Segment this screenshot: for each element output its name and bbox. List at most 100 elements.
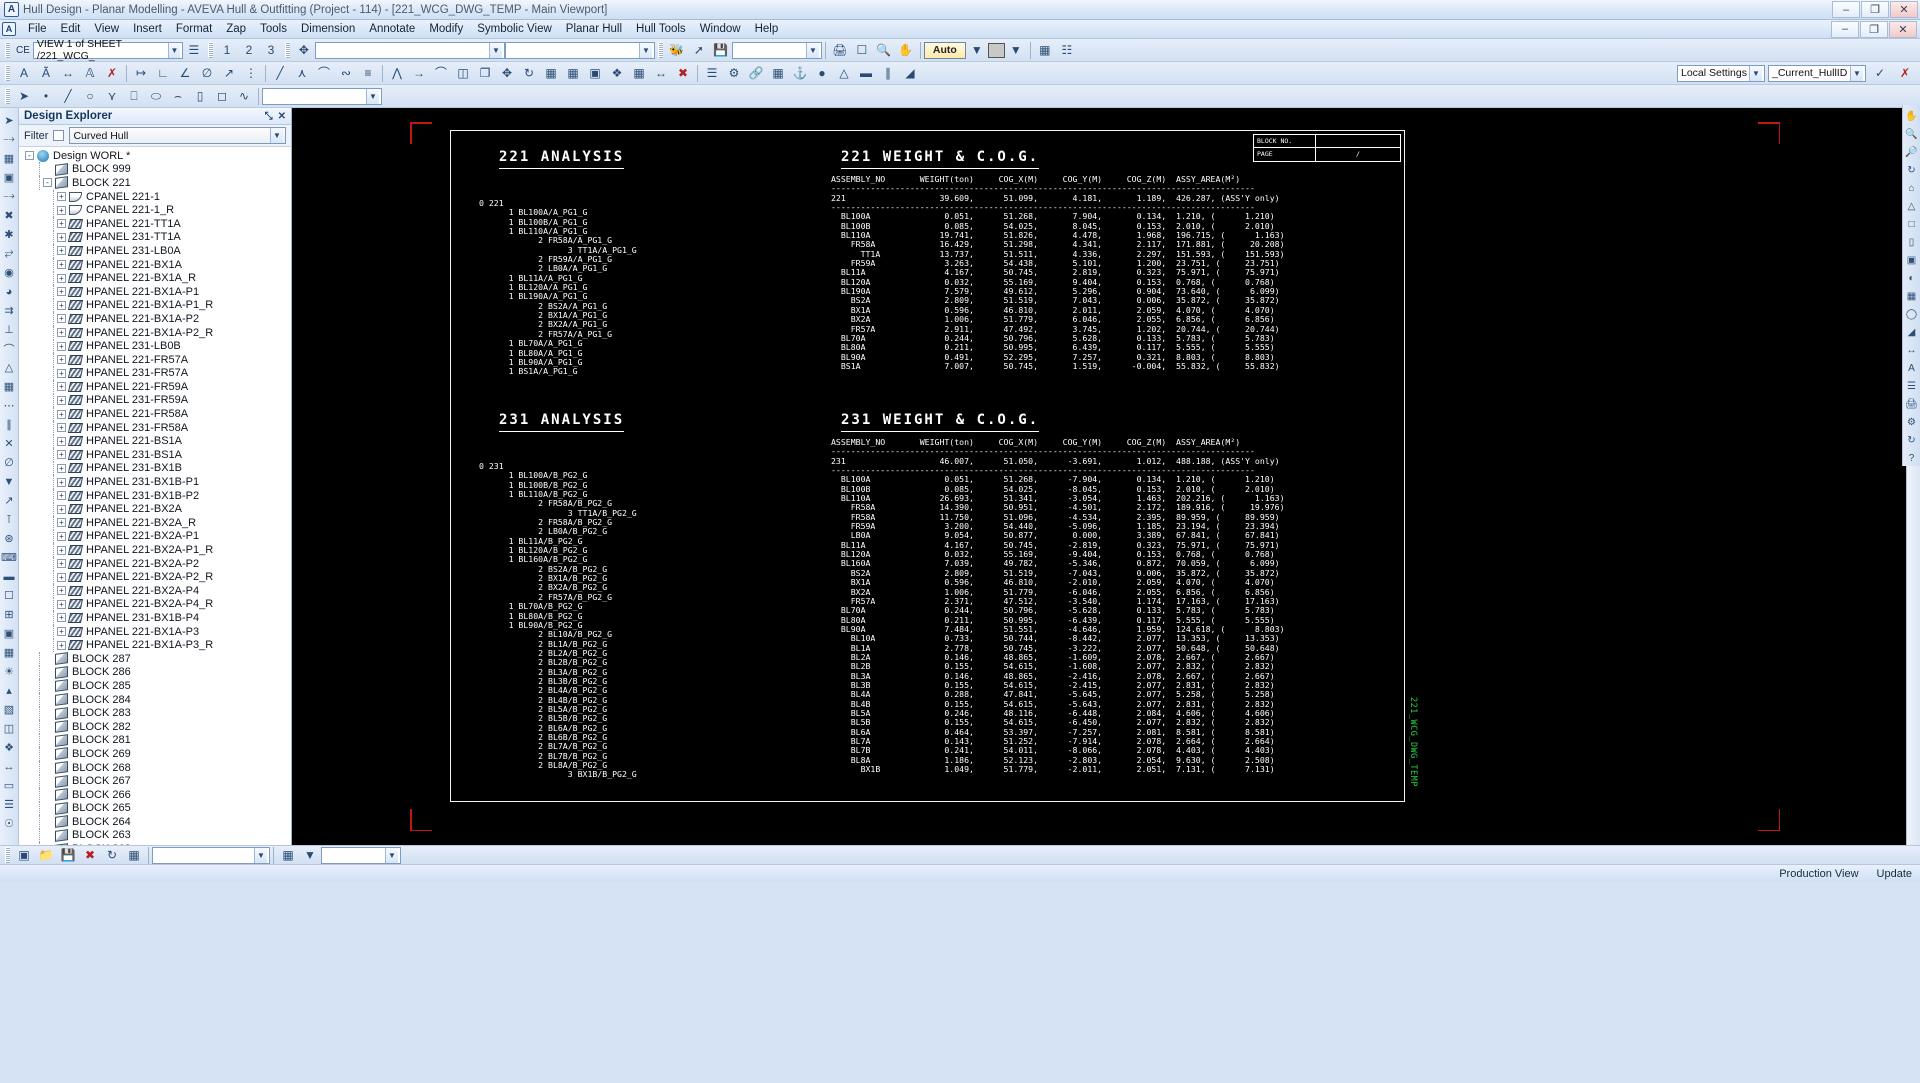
drawing-sheet[interactable]: BLOCK NO. PAGE / 221 ANALYSIS 221 WEIGHT…	[450, 130, 1418, 802]
break-icon[interactable]: ✖	[673, 64, 693, 83]
level-3-button[interactable]: 3	[261, 41, 281, 60]
tree-node[interactable]: + HPANEL 231-LB0B	[19, 339, 291, 354]
toolbar1-combo-a[interactable]: ▼	[314, 41, 505, 59]
orbit-icon[interactable]: ↻	[1904, 162, 1920, 178]
tree-node[interactable]: + HPANEL 231-BX1B-P4	[19, 610, 291, 625]
expand-icon[interactable]: +	[57, 355, 66, 365]
polar-icon[interactable]: ⊛	[1, 530, 18, 547]
toolbar3-combo[interactable]: ▼	[262, 87, 382, 105]
bug-icon[interactable]: 🐝	[667, 41, 687, 60]
chevron-down-icon[interactable]: ▼	[638, 42, 652, 58]
expand-icon[interactable]: +	[57, 219, 66, 229]
copy-icon[interactable]: ❐	[475, 64, 495, 83]
offset-icon[interactable]: ≡	[358, 64, 378, 83]
tree-node[interactable]: + HPANEL 231-FR57A	[19, 366, 291, 381]
grid-icon[interactable]: ▦	[124, 846, 144, 865]
refresh-icon[interactable]: ↻	[1904, 432, 1920, 448]
filter-combo[interactable]: Curved Hull ▼	[69, 127, 286, 144]
quadrant-icon[interactable]: ◕	[1, 283, 18, 300]
tree-node[interactable]: + HPANEL 221-BX2A-P1_R	[19, 543, 291, 558]
iso-view-icon[interactable]: ▣	[1904, 252, 1920, 268]
dimension-icon[interactable]: ↦	[131, 64, 151, 83]
render-icon[interactable]: ☀	[1, 663, 18, 680]
menu-item-window[interactable]: Window	[693, 21, 748, 37]
tree-node[interactable]: + HPANEL 231-FR59A	[19, 393, 291, 408]
tree-node[interactable]: BLOCK 264	[19, 814, 291, 829]
view-cube-icon[interactable]: ▣	[1, 625, 18, 642]
step-icon[interactable]: ⎕	[124, 87, 144, 106]
tree-node[interactable]: + HPANEL 221-BX2A	[19, 502, 291, 517]
group-icon[interactable]: ◫	[1, 720, 18, 737]
top-view-icon[interactable]: △	[1904, 198, 1920, 214]
collapse-icon[interactable]: -	[43, 178, 52, 188]
tree-node[interactable]: + HPANEL 221-BX2A-P2_R	[19, 570, 291, 585]
menu-item-help[interactable]: Help	[748, 21, 786, 37]
measure-dist-icon[interactable]: ↔	[1, 758, 18, 775]
expand-icon[interactable]: +	[57, 491, 66, 501]
endpoint-icon[interactable]: ⤍	[1, 188, 18, 205]
apparent-icon[interactable]: ✕	[1, 435, 18, 452]
layer-color-icon[interactable]: ▦	[278, 846, 298, 865]
tree-node[interactable]: + HPANEL 221-BX1A-P1	[19, 284, 291, 299]
menu-item-symbolic-view[interactable]: Symbolic View	[470, 21, 559, 37]
collapse-icon[interactable]: -	[25, 151, 34, 161]
spline-icon[interactable]: ∾	[336, 64, 356, 83]
wireframe-icon[interactable]: ▦	[1904, 288, 1920, 304]
tree-node[interactable]: + HPANEL 221-FR58A	[19, 407, 291, 422]
tree-node[interactable]: + HPANEL 221-TT1A	[19, 216, 291, 231]
chevron-down-icon[interactable]: ▼	[1850, 65, 1863, 81]
pan-icon[interactable]: ✋	[1904, 108, 1920, 124]
fillet-icon[interactable]: ⌒	[431, 64, 451, 83]
toolbar-grip[interactable]	[284, 42, 290, 58]
toolbar-grip[interactable]	[657, 42, 663, 58]
plate-icon[interactable]: ▬	[856, 64, 876, 83]
tree-node[interactable]: BLOCK 999	[19, 162, 291, 177]
grid-snap-icon[interactable]: ▦	[1, 378, 18, 395]
properties-icon[interactable]: ⚙	[724, 64, 744, 83]
expand-icon[interactable]: +	[57, 477, 66, 487]
tree-node[interactable]: + CPANEL 221-1	[19, 189, 291, 204]
zoom-window-icon[interactable]: 🔍	[874, 41, 894, 60]
tree-node[interactable]: BLOCK 282	[19, 719, 291, 734]
block-icon[interactable]: ▣	[585, 64, 605, 83]
expand-icon[interactable]: +	[57, 368, 66, 378]
tree-node[interactable]: + HPANEL 221-BX2A-P4_R	[19, 597, 291, 612]
chevron-down-icon[interactable]: ▼	[967, 41, 987, 60]
color-swatch[interactable]	[987, 42, 1005, 58]
weld-icon[interactable]: △	[834, 64, 854, 83]
tree-node[interactable]: + HPANEL 221-FR57A	[19, 352, 291, 367]
expand-icon[interactable]: +	[57, 423, 66, 433]
tree-node[interactable]: BLOCK 262	[19, 842, 291, 845]
bracket-icon[interactable]: ◢	[900, 64, 920, 83]
expand-icon[interactable]: +	[57, 300, 66, 310]
tree-node[interactable]: + CPANEL 221-1_R	[19, 203, 291, 218]
tree-node[interactable]: + HPANEL 221-FR59A	[19, 379, 291, 394]
tree-node[interactable]: + HPANEL 231-FR58A	[19, 420, 291, 435]
view-sheet-combo[interactable]: VIEW 1 of SHEET /221_WCG_ ▼	[32, 38, 183, 62]
maximize-button[interactable]: ❐	[1861, 1, 1889, 18]
link-icon[interactable]: 🔗	[746, 64, 766, 83]
rectangle-icon[interactable]: ▯	[190, 87, 210, 106]
angle-icon[interactable]: ∠	[175, 64, 195, 83]
mid-icon[interactable]: △	[1, 359, 18, 376]
ordinate-icon[interactable]: ⋮	[241, 64, 261, 83]
chevron-down-icon[interactable]: ▼	[488, 42, 502, 58]
expand-icon[interactable]: +	[57, 627, 66, 637]
tree-node[interactable]: BLOCK 281	[19, 733, 291, 748]
tree-node[interactable]: + HPANEL 231-BS1A	[19, 447, 291, 462]
bold-a-icon[interactable]: 𝔸	[80, 64, 100, 83]
model-icon[interactable]: ▣	[14, 846, 34, 865]
intersection-icon[interactable]: ✖	[1, 207, 18, 224]
chevron-down-icon[interactable]: ▼	[1006, 41, 1026, 60]
table-icon[interactable]: ▦	[768, 64, 788, 83]
explode-group-icon[interactable]: ❖	[1, 739, 18, 756]
hatch-icon[interactable]: ▦	[563, 64, 583, 83]
expand-icon[interactable]: +	[57, 205, 66, 215]
close-icon[interactable]: ✕	[278, 111, 286, 122]
grid-icon[interactable]: ▦	[1035, 41, 1055, 60]
shade-icon[interactable]: ◐	[1904, 270, 1920, 286]
arc-icon[interactable]: ⌒	[314, 64, 334, 83]
tree-node[interactable]: + HPANEL 221-BS1A	[19, 434, 291, 449]
array-icon[interactable]: ▦	[629, 64, 649, 83]
nearest-icon[interactable]: ⥂	[1, 245, 18, 262]
